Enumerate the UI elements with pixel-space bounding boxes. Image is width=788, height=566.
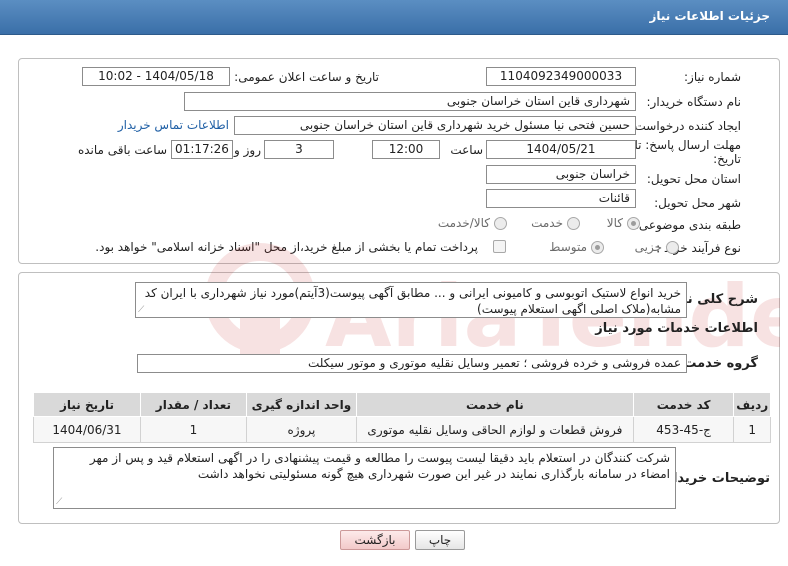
buyer-org-label: نام دستگاه خریدار: [646, 95, 742, 109]
province-field: خراسان جنوبی [486, 165, 636, 184]
buyer-notes-resize-handle[interactable]: ⟋ [56, 498, 62, 565]
services-table-header: ردیف کد خدمت نام خدمت واحد اندازه گیری ت… [33, 392, 771, 417]
cell-unit: پروژه [245, 416, 357, 443]
table-row: 1 ج-45-453 فروش قطعات و لوازم الحاقی وسا… [33, 416, 771, 443]
services-section-title: اطلاعات خدمات مورد نیاز [595, 321, 758, 336]
service-group-label: گروه خدمت: [678, 356, 758, 371]
city-label: شهر محل تحویل: [654, 196, 741, 210]
category-radio-goods[interactable] [627, 217, 640, 230]
creator-field: حسین فتحی نیا مسئول خرید شهرداری قاین اس… [234, 116, 636, 135]
buyer-contact-link[interactable]: اطلاعات تماس خریدار [118, 118, 229, 132]
announce-label: تاریخ و ساعت اعلان عمومی: [234, 70, 379, 84]
category-label: طبقه بندی موضوعی: [634, 218, 741, 232]
deadline-time-label: ساعت [450, 143, 483, 157]
category-radio-service[interactable] [567, 217, 580, 230]
title-bar: جزئیات اطلاعات نیاز [0, 0, 788, 35]
process-radio-medium[interactable] [591, 241, 604, 254]
services-table: ردیف کد خدمت نام خدمت واحد اندازه گیری ت… [33, 392, 771, 443]
deadline-label-line1: مهلت ارسال پاسخ: تا [634, 138, 741, 152]
page-title: جزئیات اطلاعات نیاز [649, 9, 770, 23]
category-option-goods: کالا [606, 216, 623, 230]
announce-datetime-field: 1404/05/18 - 10:02 [82, 67, 230, 86]
col-service-code: کد خدمت [632, 392, 735, 417]
need-number-label: شماره نیاز: [684, 70, 741, 84]
process-option-minor: جزیی [634, 240, 662, 254]
days-label: روز و [234, 143, 261, 157]
category-option-goods-service: کالا/خدمت [437, 216, 490, 230]
description-textarea: خرید انواع لاستیک اتوبوسی و کامیونی ایرا… [135, 282, 687, 318]
buyer-notes-textarea: شرکت کنندگان در استعلام باید دقیقا لیست … [53, 447, 676, 509]
need-info-panel [18, 58, 780, 264]
remaining-label: ساعت باقی مانده [77, 143, 167, 157]
category-radio-goods-service[interactable] [494, 217, 507, 230]
col-service-name: نام خدمت [355, 392, 634, 417]
col-need-date: تاریخ نیاز [33, 392, 141, 417]
deadline-label-line2: تاریخ: [713, 152, 741, 166]
buyer-org-field: شهرداری قاین استان خراسان جنوبی [184, 92, 636, 111]
cell-row-number: 1 [733, 416, 771, 443]
cell-service-name: فروش قطعات و لوازم الحاقی وسایل نقلیه مو… [355, 416, 634, 443]
remaining-time-field: 01:17:26 [171, 140, 233, 159]
need-number-field: 1104092349000033 [486, 67, 636, 86]
col-quantity: تعداد / مقدار [139, 392, 247, 417]
deadline-date-field: 1404/05/21 [486, 140, 636, 159]
city-field: قائنات [486, 189, 636, 208]
col-unit: واحد اندازه گیری [245, 392, 357, 417]
back-button[interactable]: بازگشت [340, 530, 410, 550]
print-button[interactable]: چاپ [415, 530, 465, 550]
creator-label: ایجاد کننده درخواست: [630, 119, 741, 133]
cell-service-code: ج-45-453 [632, 416, 735, 443]
service-group-field: عمده فروشی و خرده فروشی ؛ تعمیر وسایل نق… [137, 354, 687, 373]
province-label: استان محل تحویل: [646, 172, 741, 186]
treasury-payment-note: پرداخت تمام یا بخشی از مبلغ خرید،از محل … [95, 240, 478, 254]
col-row-number: ردیف [733, 392, 771, 417]
deadline-time-field: 12:00 [372, 140, 440, 159]
days-field: 3 [264, 140, 334, 159]
process-radio-minor[interactable] [666, 241, 679, 254]
buyer-notes-label: توضیحات خریدار: [660, 471, 770, 486]
process-option-medium: متوسط [549, 240, 587, 254]
cell-quantity: 1 [139, 416, 247, 443]
treasury-payment-checkbox[interactable] [493, 240, 506, 253]
cell-need-date: 1404/06/31 [33, 416, 141, 443]
category-option-service: خدمت [531, 216, 563, 230]
